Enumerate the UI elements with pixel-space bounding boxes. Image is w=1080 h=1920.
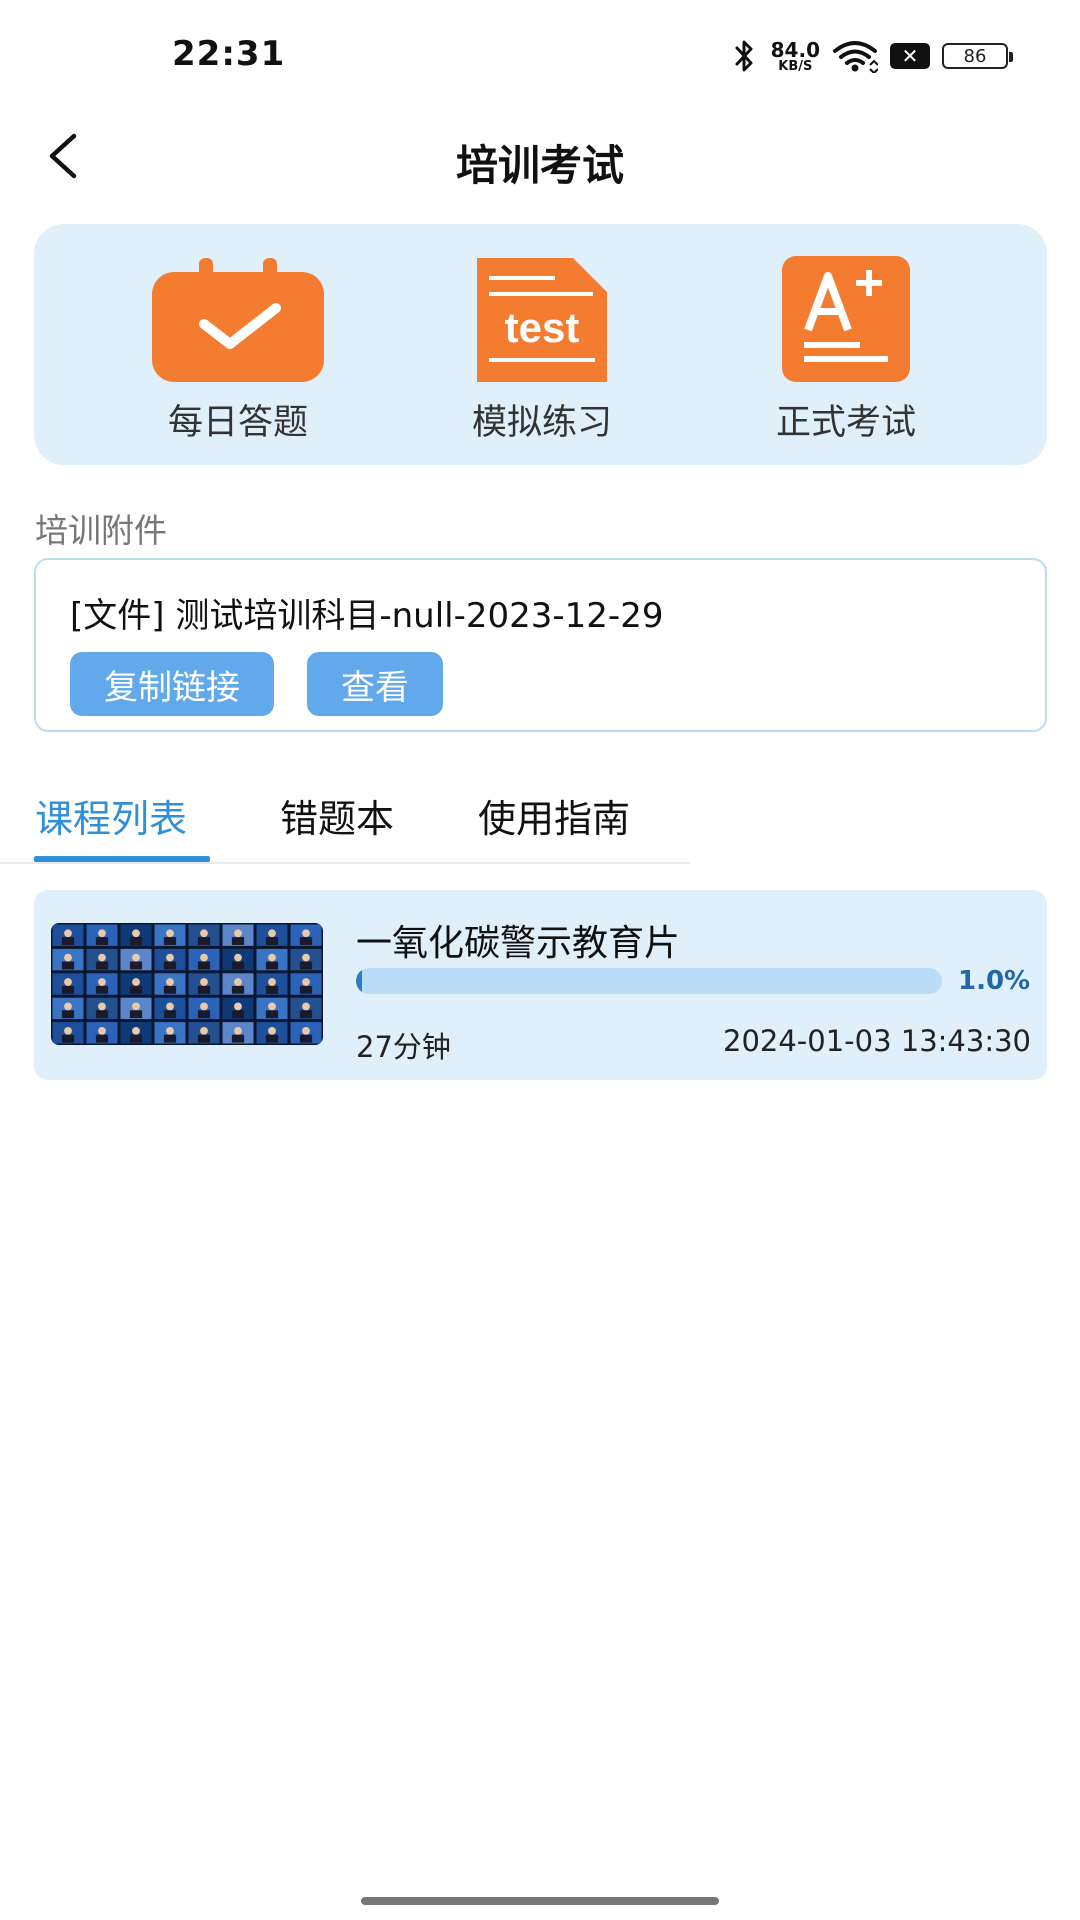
tab-user-guide[interactable]: 使用指南	[478, 788, 630, 843]
thumbnail-screen	[256, 997, 288, 1020]
test-icon-text: test	[505, 304, 580, 351]
formal-exam-label: 正式考试	[775, 403, 916, 443]
attachment-file-name: [文件] 测试培训科目-null-2023-12-29	[70, 596, 664, 636]
grade-a-plus-icon	[782, 256, 910, 382]
thumbnail-screen	[188, 948, 220, 971]
thumbnail-screen	[188, 1022, 220, 1044]
thumbnail-screen	[188, 997, 220, 1020]
quick-actions-panel: 每日答题 test 模拟练习 正式考试	[34, 224, 1047, 465]
bluetooth-icon	[735, 40, 753, 72]
thumbnail-screen	[222, 948, 254, 971]
calendar-check-icon	[152, 258, 324, 382]
video-wall-thumbnail	[52, 924, 322, 1044]
attachment-card: [文件] 测试培训科目-null-2023-12-29 复制链接 查看	[34, 558, 1047, 732]
thumbnail-screen	[52, 1022, 84, 1044]
thumbnail-screen	[120, 948, 152, 971]
thumbnail-screen	[222, 973, 254, 995]
course-list-item[interactable]: 一氧化碳警示教育片 1.0% 27分钟 2024-01-03 13:43:30	[34, 890, 1047, 1080]
thumbnail-screen	[120, 1022, 152, 1044]
thumbnail-screen	[256, 924, 288, 946]
thumbnail-screen	[154, 1022, 186, 1044]
thumbnail-screen	[222, 924, 254, 946]
thumbnail-screen	[154, 948, 186, 971]
course-title: 一氧化碳警示教育片	[356, 923, 681, 964]
wifi-icon	[833, 41, 878, 73]
course-progress-fill	[356, 968, 362, 994]
course-progress-label: 1.0%	[958, 966, 1031, 996]
thumbnail-screen	[222, 997, 254, 1020]
thumbnail-screen	[256, 948, 288, 971]
battery-level: 86	[963, 45, 987, 67]
active-tab-indicator	[34, 856, 210, 862]
tab-course-list[interactable]: 课程列表	[35, 788, 187, 843]
thumbnail-screen	[86, 973, 118, 995]
thumbnail-screen	[120, 973, 152, 995]
thumbnail-screen	[154, 924, 186, 946]
practice-test-button[interactable]: test 模拟练习	[422, 254, 662, 445]
thumbnail-screen	[188, 973, 220, 995]
thumbnail-screen	[154, 997, 186, 1020]
thumbnail-screen	[120, 924, 152, 946]
page-title: 培训考试	[455, 141, 624, 190]
thumbnail-screen	[52, 948, 84, 971]
thumbnail-screen	[86, 924, 118, 946]
course-duration: 27分钟	[356, 1030, 451, 1064]
course-progress-bar	[356, 968, 942, 994]
network-speed-value: 84.0	[770, 37, 820, 62]
thumbnail-screen	[86, 997, 118, 1020]
x-icon: ✕	[890, 43, 930, 69]
practice-test-label: 模拟练习	[471, 403, 612, 443]
thumbnail-screen	[86, 948, 118, 971]
thumbnail-screen	[52, 997, 84, 1020]
daily-quiz-button[interactable]: 每日答题	[118, 254, 358, 445]
formal-exam-button[interactable]: 正式考试	[726, 254, 966, 445]
network-speed: 84.0 KB/S	[771, 40, 820, 73]
thumbnail-screen	[290, 997, 322, 1020]
thumbnail-screen	[222, 1022, 254, 1044]
course-date: 2024-01-03 13:43:30	[723, 1024, 1031, 1058]
thumbnail-screen	[290, 973, 322, 995]
thumbnail-screen	[290, 948, 322, 971]
status-time: 22:31	[172, 34, 286, 74]
thumbnail-screen	[256, 1022, 288, 1044]
tab-wrong-questions[interactable]: 错题本	[280, 788, 394, 843]
app-header: 培训考试	[0, 110, 1080, 204]
test-document-icon: test	[477, 258, 607, 382]
thumbnail-screen	[256, 973, 288, 995]
battery-icon: 86	[942, 43, 1013, 69]
view-button[interactable]: 查看	[307, 652, 443, 716]
attachments-section-label: 培训附件	[35, 511, 167, 550]
thumbnail-screen	[52, 973, 84, 995]
status-bar: 22:31 84.0 KB/S ✕ 86	[0, 0, 1080, 110]
thumbnail-screen	[154, 973, 186, 995]
thumbnail-screen	[52, 924, 84, 946]
tab-bar: 课程列表 错题本 使用指南	[0, 760, 690, 864]
copy-link-button[interactable]: 复制链接	[70, 652, 274, 716]
thumbnail-screen	[290, 924, 322, 946]
thumbnail-screen	[120, 997, 152, 1020]
course-thumbnail	[51, 923, 323, 1045]
thumbnail-screen	[188, 924, 220, 946]
daily-quiz-label: 每日答题	[167, 403, 308, 443]
status-icons: 84.0 KB/S ✕ 86	[729, 36, 1013, 76]
thumbnail-screen	[290, 1022, 322, 1044]
network-speed-unit: KB/S	[778, 58, 813, 74]
thumbnail-screen	[86, 1022, 118, 1044]
home-indicator	[361, 1897, 719, 1905]
